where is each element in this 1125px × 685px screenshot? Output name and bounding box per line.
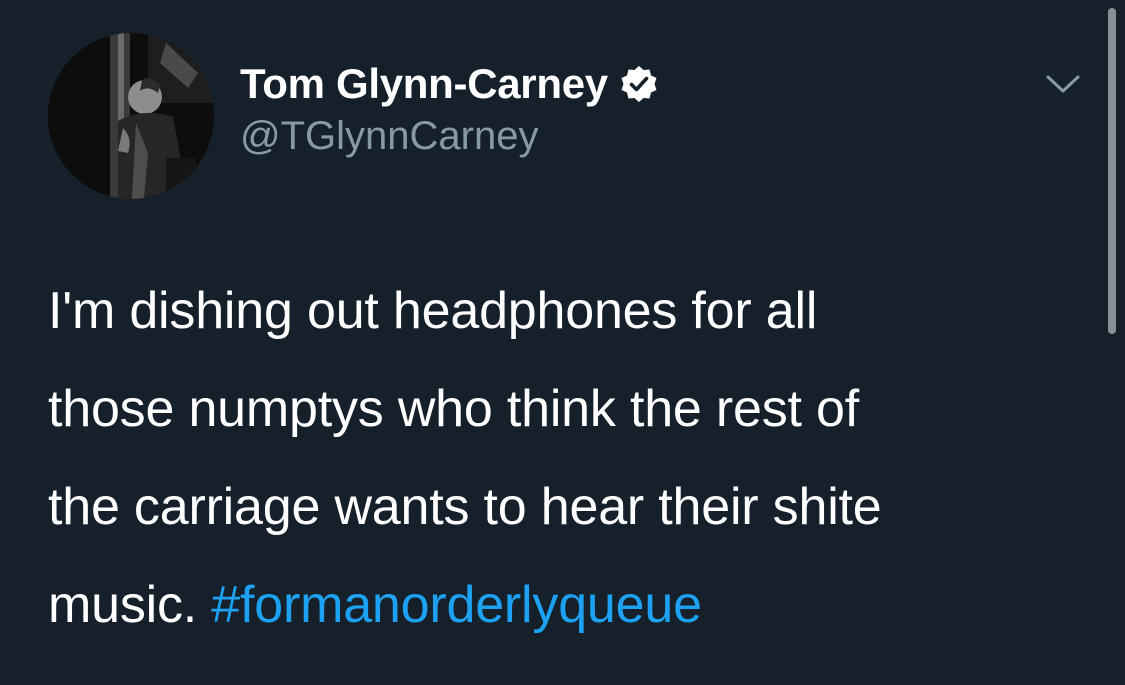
scrollbar[interactable] (1108, 8, 1116, 334)
avatar[interactable] (48, 33, 214, 199)
chevron-down-icon[interactable] (1044, 72, 1082, 96)
tweet-text-line: I'm dishing out headphones for all (48, 282, 818, 340)
author-block[interactable]: Tom Glynn-Carney @TGlynnCarney (240, 58, 658, 159)
tweet-text-fragment: music. (48, 576, 212, 634)
display-name[interactable]: Tom Glynn-Carney (240, 60, 608, 108)
tweet-text-line: the carriage wants to hear their shite (48, 478, 882, 536)
avatar-photo (48, 33, 214, 199)
tweet-text-line-last: music. #formanorderlyqueue (48, 556, 1088, 654)
tweet-card: Tom Glynn-Carney @TGlynnCarney I'm dishi… (0, 0, 1125, 685)
name-row: Tom Glynn-Carney (240, 58, 658, 110)
hashtag-link[interactable]: #formanorderlyqueue (211, 576, 702, 634)
verified-badge-icon (620, 65, 658, 103)
tweet-text-line: those numptys who think the rest of (48, 380, 859, 438)
tweet-text: I'm dishing out headphones for all those… (48, 262, 1088, 654)
handle[interactable]: @TGlynnCarney (240, 114, 658, 159)
